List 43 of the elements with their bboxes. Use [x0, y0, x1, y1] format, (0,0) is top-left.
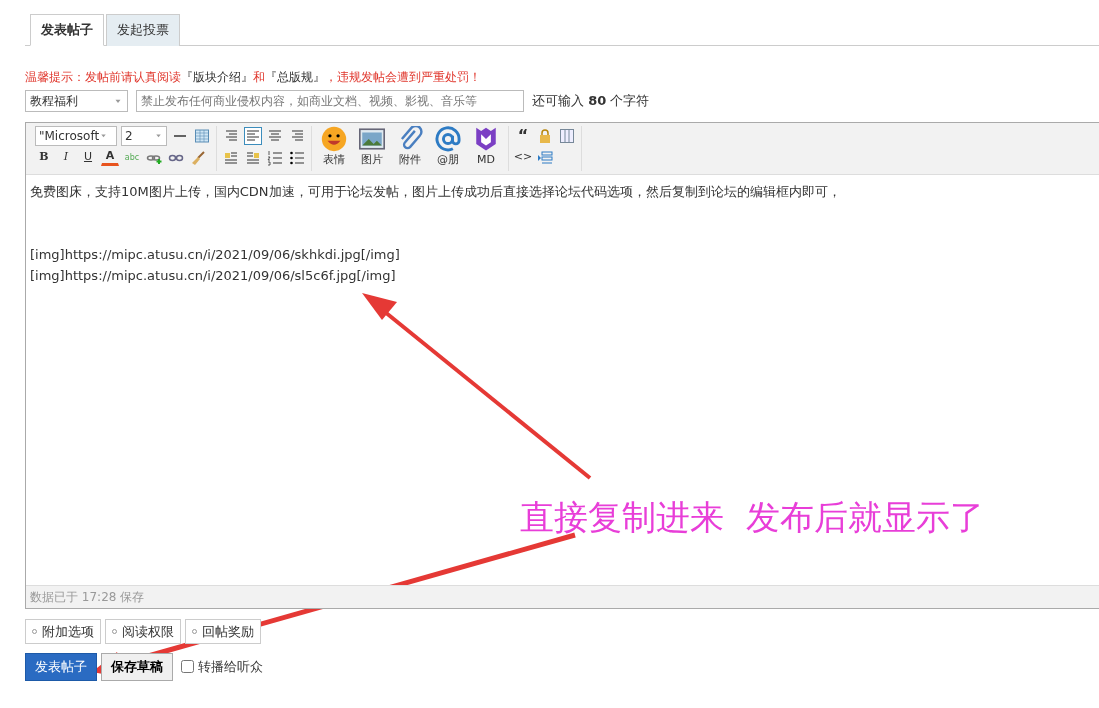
toolbar-button[interactable]: “	[514, 126, 532, 145]
columns-icon[interactable]	[559, 127, 575, 144]
indent-icon[interactable]	[537, 149, 553, 166]
toolbar-button[interactable]: <>	[514, 148, 532, 167]
toolbar-button[interactable]: @朋	[431, 125, 465, 168]
toolbar-button[interactable]: 表情	[317, 125, 351, 168]
category-select[interactable]: 教程福利	[25, 89, 128, 112]
align-button[interactable]	[244, 126, 262, 145]
broadcast-checkbox[interactable]	[181, 660, 194, 674]
toolbar-button[interactable]: A	[101, 149, 119, 166]
checkbox-label: 转播给听众	[198, 658, 263, 676]
toolbar-button[interactable]: B	[35, 148, 53, 167]
option-button[interactable]: 附加选项	[25, 618, 101, 644]
submit-button[interactable]: 发表帖子	[25, 653, 97, 681]
table-icon[interactable]	[194, 127, 210, 144]
shield-icon	[473, 125, 499, 152]
save-draft-button[interactable]: 保存草稿	[101, 653, 173, 681]
caret-icon[interactable]	[154, 131, 163, 140]
editor-text-line: [img]https://mipc.atusu.cn/i/2021/09/06/skhkdi.jpg[/img]	[30, 245, 401, 264]
caret-icon[interactable]	[99, 131, 109, 140]
toolbar-button[interactable]: MD	[469, 125, 503, 168]
toolbar-button[interactable]: I	[57, 148, 75, 167]
editor-text-line: 免费图床，支持10M图片上传，国内CDN加速，可用于论坛发帖，图片上传成功后直接选择论坛代码选项，然后复制到论坛的编辑框内即可，	[30, 182, 842, 201]
font-select[interactable]: "Microsoft	[35, 125, 117, 146]
annotation-text: 直接复制进来 发布后就显示了	[520, 496, 984, 539]
toolbar-button[interactable]: 图片	[355, 125, 389, 168]
autosave-status: 数据已于 17:28 保存	[26, 584, 1099, 608]
lock-icon[interactable]	[537, 127, 553, 144]
tab[interactable]: 发起投票	[106, 14, 180, 46]
at-sign-icon	[435, 125, 461, 152]
editor-text-line: [img]https://mipc.atusu.cn/i/2021/09/06/sl5c6f.jpg[/img]	[30, 266, 397, 285]
title-field[interactable]: 禁止发布任何商业侵权内容，如商业文档、视频、影视、音乐等	[136, 89, 524, 112]
smiley-icon	[321, 125, 347, 152]
notice-text: 温馨提示：发帖前请认真阅读『版块介绍』和『总版规』，违规发帖会遭到严重处罚！	[25, 68, 482, 86]
picture-icon	[359, 125, 385, 152]
char-counter: 还可输入 80 个字符	[532, 91, 650, 110]
brush-icon[interactable]	[190, 149, 206, 166]
option-button[interactable]: 阅读权限	[105, 618, 181, 644]
toolbar-button[interactable]: 附件	[393, 125, 427, 168]
option-button[interactable]: 回帖奖励	[185, 618, 261, 644]
size-select[interactable]: 2	[121, 125, 167, 146]
toolbar-button[interactable]: U	[79, 148, 97, 167]
tab[interactable]: 发表帖子	[30, 14, 104, 46]
